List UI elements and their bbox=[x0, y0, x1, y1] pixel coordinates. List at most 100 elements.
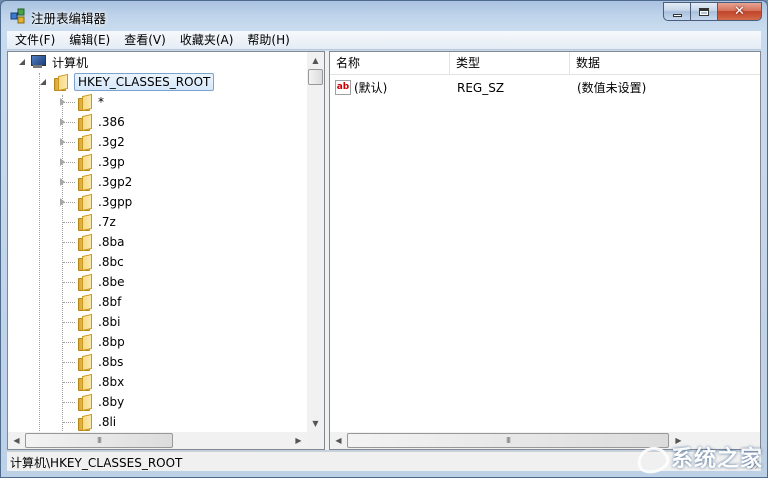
tree-line bbox=[39, 73, 40, 443]
tree-item[interactable]: * bbox=[58, 92, 104, 112]
maximize-button[interactable] bbox=[690, 2, 717, 21]
tree-item-label: .8bf bbox=[98, 295, 122, 309]
watermark-logo-icon bbox=[635, 441, 667, 473]
tree-item-label: .8bs bbox=[98, 355, 124, 369]
scroll-grip: III bbox=[96, 436, 102, 445]
expand-icon[interactable] bbox=[58, 97, 67, 107]
expand-icon[interactable] bbox=[58, 157, 67, 167]
tree-item[interactable]: .8bc bbox=[58, 252, 124, 272]
folder-icon bbox=[54, 75, 68, 91]
scroll-left-icon[interactable]: ◀ bbox=[330, 432, 347, 449]
scroll-thumb[interactable]: III bbox=[25, 433, 173, 448]
scroll-right-icon[interactable]: ▶ bbox=[290, 432, 307, 449]
expand-icon[interactable] bbox=[58, 177, 67, 187]
folder-icon bbox=[78, 295, 92, 311]
tree-item-label: 计算机 bbox=[52, 55, 89, 70]
tree-item[interactable]: .3gp2 bbox=[58, 172, 132, 192]
tree-vertical-scrollbar[interactable]: ▲ ▼ bbox=[307, 52, 324, 432]
list-row[interactable]: ab (默认) REG_SZ (数值未设置) bbox=[330, 78, 760, 98]
scroll-thumb[interactable]: III bbox=[347, 433, 669, 448]
collapse-icon[interactable] bbox=[39, 78, 48, 87]
list-header: 名称 类型 数据 bbox=[330, 52, 760, 75]
column-header-name[interactable]: 名称 bbox=[330, 52, 450, 75]
folder-icon bbox=[78, 375, 92, 391]
tree-item[interactable]: .8ba bbox=[58, 232, 124, 252]
tree-item[interactable]: .8bf bbox=[58, 292, 121, 312]
expand-icon[interactable] bbox=[58, 117, 67, 127]
tree-item[interactable]: .7z bbox=[58, 212, 116, 232]
folder-icon bbox=[78, 335, 92, 351]
folder-icon bbox=[78, 155, 92, 171]
tree-item-label: .8bc bbox=[98, 255, 124, 269]
key-tree-pane[interactable]: 计算机 HKEY_CLASSES_ROOT * .386 .3g2 .3gp .3gp2… bbox=[7, 51, 325, 450]
close-icon: ✕ bbox=[734, 4, 745, 19]
tree-item[interactable]: .3g2 bbox=[58, 132, 125, 152]
value-data: (数值未设置) bbox=[577, 81, 647, 95]
window-title: 注册表编辑器 bbox=[31, 11, 107, 26]
menu-file[interactable]: 文件(F) bbox=[7, 31, 61, 50]
tree-horizontal-scrollbar[interactable]: ◀ III ▶ bbox=[8, 432, 307, 449]
client-area: 计算机 HKEY_CLASSES_ROOT * .386 .3g2 .3gp .3gp2… bbox=[7, 51, 761, 450]
folder-icon bbox=[78, 95, 92, 111]
menu-edit[interactable]: 编辑(E) bbox=[61, 31, 116, 50]
tree-item[interactable]: .8bi bbox=[58, 312, 120, 332]
tree-item[interactable]: .8li bbox=[58, 412, 116, 432]
expand-icon[interactable] bbox=[58, 197, 67, 207]
folder-icon bbox=[78, 215, 92, 231]
column-header-data[interactable]: 数据 bbox=[570, 52, 760, 75]
tree-item[interactable]: .8be bbox=[58, 272, 124, 292]
folder-icon bbox=[78, 395, 92, 411]
regedit-app-icon bbox=[10, 8, 25, 24]
collapse-icon[interactable] bbox=[18, 58, 27, 67]
tree-item[interactable]: .3gp bbox=[58, 152, 125, 172]
value-name: (默认) bbox=[354, 81, 388, 95]
watermark: 系统之家 bbox=[635, 441, 763, 473]
tree-item[interactable]: .386 bbox=[58, 112, 125, 132]
folder-icon bbox=[78, 115, 92, 131]
scroll-down-icon[interactable]: ▼ bbox=[307, 415, 324, 432]
folder-icon bbox=[78, 275, 92, 291]
tree-item[interactable]: .8bs bbox=[58, 352, 123, 372]
scroll-up-icon[interactable]: ▲ bbox=[307, 52, 324, 69]
scroll-left-icon[interactable]: ◀ bbox=[8, 432, 25, 449]
tree-item[interactable]: .8by bbox=[58, 392, 124, 412]
close-button[interactable]: ✕ bbox=[717, 2, 762, 21]
tree-item-label: .8ba bbox=[98, 235, 125, 249]
tree-item-hkcr[interactable]: HKEY_CLASSES_ROOT bbox=[39, 72, 215, 92]
tree-item[interactable]: .8bp bbox=[58, 332, 125, 352]
menu-view[interactable]: 查看(V) bbox=[116, 31, 172, 50]
folder-icon bbox=[78, 175, 92, 191]
minimize-icon bbox=[672, 13, 682, 17]
column-header-type[interactable]: 类型 bbox=[450, 52, 570, 75]
title-bar[interactable]: 注册表编辑器 ✕ bbox=[1, 1, 767, 31]
value-type: REG_SZ bbox=[457, 81, 505, 95]
minimize-button[interactable] bbox=[663, 2, 690, 21]
menu-bar: 文件(F) 编辑(E) 查看(V) 收藏夹(A) 帮助(H) bbox=[7, 31, 761, 50]
tree-item-computer[interactable]: 计算机 bbox=[18, 52, 88, 72]
menu-favorites[interactable]: 收藏夹(A) bbox=[172, 31, 240, 50]
tree-item-label: .3g2 bbox=[98, 135, 125, 149]
values-list-pane[interactable]: 名称 类型 数据 ab (默认) REG_SZ (数值未设置) ◀ III ▶ bbox=[329, 51, 761, 450]
expand-icon[interactable] bbox=[58, 137, 67, 147]
tree-item-label: .3gp bbox=[98, 155, 125, 169]
status-path: 计算机\HKEY_CLASSES_ROOT bbox=[10, 456, 183, 470]
string-value-icon: ab bbox=[335, 80, 351, 95]
tree-item[interactable]: .3gpp bbox=[58, 192, 132, 212]
folder-icon bbox=[78, 135, 92, 151]
tree-item[interactable]: .8bx bbox=[58, 372, 124, 392]
tree-item-label: * bbox=[98, 95, 104, 109]
folder-icon bbox=[78, 255, 92, 271]
tree-item-label: .8bi bbox=[98, 315, 121, 329]
scroll-thumb[interactable] bbox=[308, 69, 323, 85]
folder-icon bbox=[78, 235, 92, 251]
menu-help[interactable]: 帮助(H) bbox=[239, 31, 295, 50]
tree-item-label: .3gpp bbox=[98, 195, 133, 209]
tree-item-label-selected: HKEY_CLASSES_ROOT bbox=[74, 73, 215, 91]
